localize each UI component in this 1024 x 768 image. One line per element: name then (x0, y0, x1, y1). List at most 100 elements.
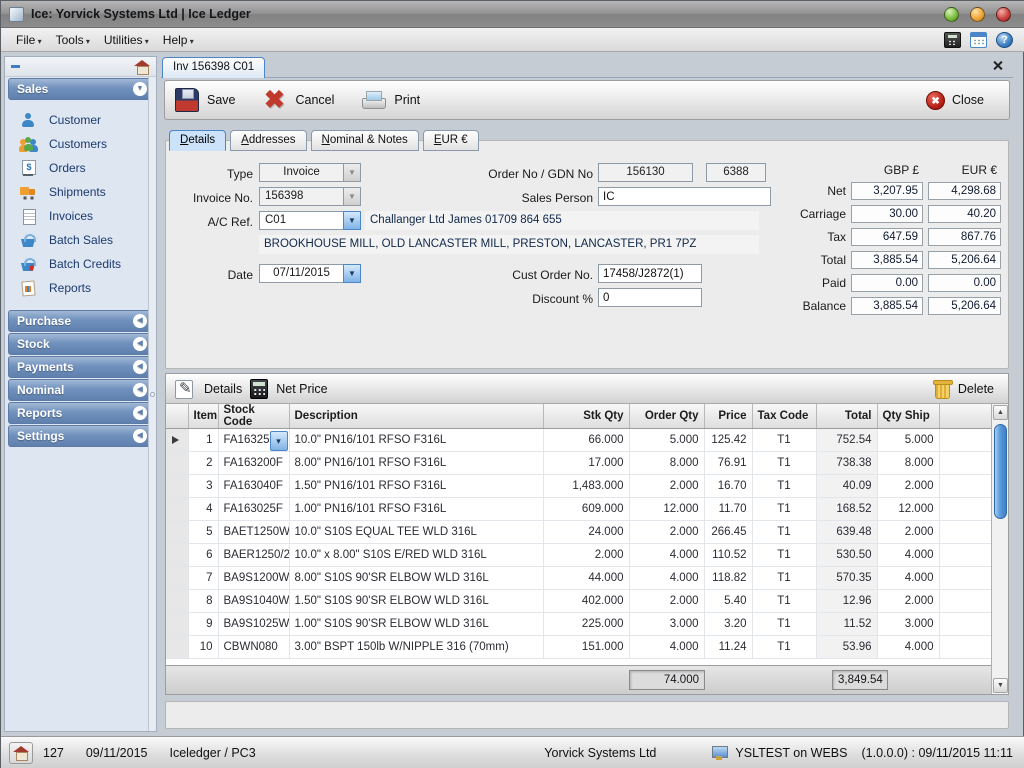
col-item[interactable]: Item (188, 404, 218, 429)
cell-price[interactable]: 118.82 (704, 567, 752, 590)
cell-tax-code[interactable]: T1 (752, 613, 816, 636)
cell-price[interactable]: 3.20 (704, 613, 752, 636)
sidebar-item[interactable]: Invoices (19, 204, 156, 228)
cell-qty-ship[interactable]: 4.000 (877, 567, 939, 590)
table-row[interactable]: 1 FA163250F 10.0" PN16/101 RFSO F316L 66… (166, 429, 992, 452)
row-selector[interactable] (166, 544, 188, 567)
cell-qty-ship[interactable]: 5.000 (877, 429, 939, 452)
col-description[interactable]: Description (289, 404, 543, 429)
discount-input[interactable] (598, 288, 702, 307)
cancel-icon[interactable] (262, 88, 288, 112)
cust-order-input[interactable] (598, 264, 702, 283)
cell-stk-qty[interactable]: 402.000 (543, 590, 629, 613)
cell-total[interactable]: 168.52 (816, 498, 877, 521)
cell-order-qty[interactable]: 5.000 (629, 429, 704, 452)
cell-stock-code[interactable]: FA163025F (218, 498, 289, 521)
minimize-button[interactable] (944, 7, 959, 22)
scrollbar-thumb[interactable] (994, 424, 1007, 519)
cell-description[interactable]: 1.00" S10S 90'SR ELBOW WLD 316L (289, 613, 543, 636)
cell-tax-code[interactable]: T1 (752, 498, 816, 521)
sidebar-section-collapsed[interactable]: Stock ◀ (8, 333, 153, 355)
col-total[interactable]: Total (816, 404, 877, 429)
cell-stk-qty[interactable]: 2.000 (543, 544, 629, 567)
cell-price[interactable]: 5.40 (704, 590, 752, 613)
chevron-left-icon[interactable]: ◀ (133, 314, 147, 328)
cell-total[interactable]: 570.35 (816, 567, 877, 590)
chevron-left-icon[interactable]: ◀ (133, 337, 147, 351)
cell-stock-code[interactable]: BA9S1040W (218, 590, 289, 613)
menu-item[interactable]: File (9, 31, 49, 49)
row-selector[interactable] (166, 498, 188, 521)
date-select[interactable]: 07/11/2015▼ (259, 264, 361, 283)
sidebar-scrollbar[interactable] (148, 77, 156, 731)
cell-order-qty[interactable]: 12.000 (629, 498, 704, 521)
cell-order-qty[interactable]: 4.000 (629, 636, 704, 659)
sidebar-item[interactable]: Batch Credits (19, 252, 156, 276)
chevron-down-icon[interactable]: ▼ (133, 82, 147, 96)
cell-description[interactable]: 3.00" BSPT 150lb W/NIPPLE 316 (70mm) (289, 636, 543, 659)
cell-price[interactable]: 16.70 (704, 475, 752, 498)
sidebar-section-collapsed[interactable]: Purchase ◀ (8, 310, 153, 332)
cell-item[interactable]: 5 (188, 521, 218, 544)
grid-scrollbar[interactable]: ▲ ▼ (991, 404, 1008, 694)
cell-item[interactable]: 4 (188, 498, 218, 521)
delete-button[interactable]: Delete (958, 382, 994, 396)
col-stk-qty[interactable]: Stk Qty (543, 404, 629, 429)
table-row[interactable]: 5 BAET1250W 10.0" S10S EQUAL TEE WLD 316… (166, 521, 992, 544)
sidebar-section-collapsed[interactable]: Nominal ◀ (8, 379, 153, 401)
help-icon[interactable] (996, 32, 1013, 48)
calendar-icon[interactable] (970, 32, 987, 48)
cell-price[interactable]: 125.42 (704, 429, 752, 452)
maximize-button[interactable] (970, 7, 985, 22)
sidebar-item[interactable]: Shipments (19, 180, 156, 204)
cell-qty-ship[interactable]: 2.000 (877, 521, 939, 544)
cell-stock-code[interactable]: BA9S1200W (218, 567, 289, 590)
cell-tax-code[interactable]: T1 (752, 567, 816, 590)
chevron-left-icon[interactable]: ◀ (133, 406, 147, 420)
menu-item[interactable]: Tools (49, 31, 97, 49)
cell-tax-code[interactable]: T1 (752, 521, 816, 544)
table-row[interactable]: 10 CBWN080 3.00" BSPT 150lb W/NIPPLE 316… (166, 636, 992, 659)
close-tab-icon[interactable] (992, 60, 1003, 71)
cell-order-qty[interactable]: 2.000 (629, 590, 704, 613)
cell-description[interactable]: 1.50" S10S 90'SR ELBOW WLD 316L (289, 590, 543, 613)
cell-stock-code[interactable]: FA163200F (218, 452, 289, 475)
close-icon[interactable] (926, 91, 945, 110)
sidebar-section-collapsed[interactable]: Payments ◀ (8, 356, 153, 378)
print-button[interactable]: Print (394, 93, 420, 107)
cell-stock-code[interactable]: BAER1250/200W (218, 544, 289, 567)
delete-trash-icon[interactable] (933, 379, 951, 398)
chevron-down-icon[interactable]: ▼ (343, 187, 361, 206)
cell-description[interactable]: 10.0" PN16/101 RFSO F316L (289, 429, 543, 452)
cell-item[interactable]: 6 (188, 544, 218, 567)
col-order-qty[interactable]: Order Qty (629, 404, 704, 429)
print-icon[interactable] (360, 89, 386, 111)
cell-tax-code[interactable]: T1 (752, 590, 816, 613)
details-button[interactable]: Details (204, 382, 242, 396)
cell-tax-code[interactable]: T1 (752, 475, 816, 498)
cell-order-qty[interactable]: 8.000 (629, 452, 704, 475)
cell-description[interactable]: 1.00" PN16/101 RFSO F316L (289, 498, 543, 521)
net-price-calculator-icon[interactable] (250, 379, 268, 399)
cell-stk-qty[interactable]: 1,483.000 (543, 475, 629, 498)
cell-qty-ship[interactable]: 4.000 (877, 544, 939, 567)
sidebar-section-collapsed[interactable]: Settings ◀ (8, 425, 153, 447)
calculator-icon[interactable] (944, 32, 961, 48)
cell-price[interactable]: 266.45 (704, 521, 752, 544)
cell-tax-code[interactable]: T1 (752, 429, 816, 452)
cell-total[interactable]: 40.09 (816, 475, 877, 498)
sales-person-input[interactable] (598, 187, 771, 206)
chevron-down-icon[interactable]: ▼ (343, 163, 361, 182)
cell-stock-code[interactable]: BA9S1025W (218, 613, 289, 636)
table-row[interactable]: 7 BA9S1200W 8.00" S10S 90'SR ELBOW WLD 3… (166, 567, 992, 590)
row-selector[interactable] (166, 452, 188, 475)
cell-stk-qty[interactable]: 151.000 (543, 636, 629, 659)
col-tax-code[interactable]: Tax Code (752, 404, 816, 429)
cell-stock-code[interactable]: FA163040F (218, 475, 289, 498)
cell-item[interactable]: 8 (188, 590, 218, 613)
cell-item[interactable]: 1 (188, 429, 218, 452)
cell-total[interactable]: 53.96 (816, 636, 877, 659)
cell-tax-code[interactable]: T1 (752, 452, 816, 475)
cell-total[interactable]: 738.38 (816, 452, 877, 475)
row-selector[interactable] (166, 475, 188, 498)
